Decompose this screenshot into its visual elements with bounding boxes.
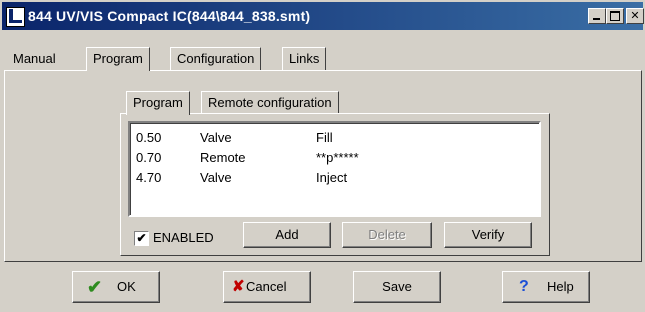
- checkmark-icon: ✔: [87, 277, 103, 297]
- ok-button[interactable]: ✔ OK: [72, 271, 160, 303]
- cancel-label: Cancel: [246, 279, 287, 294]
- tab-manual[interactable]: Manual: [6, 47, 63, 71]
- subtab-remote-configuration[interactable]: Remote configuration: [201, 91, 339, 115]
- cancel-button[interactable]: ✘ Cancel: [223, 271, 311, 303]
- step-time: 0.50: [136, 130, 162, 145]
- subtab-program[interactable]: Program: [126, 91, 190, 115]
- ok-label: OK: [117, 279, 136, 294]
- help-label: Help: [547, 279, 574, 294]
- help-button[interactable]: ? Help: [502, 271, 590, 303]
- step-parameter: Fill: [316, 130, 333, 145]
- minimize-button[interactable]: [588, 8, 606, 24]
- step-action: Remote: [200, 150, 246, 165]
- tab-configuration[interactable]: Configuration: [170, 47, 262, 71]
- window-title: 844 UV/VIS Compact IC(844\844_838.smt): [28, 8, 311, 24]
- enabled-label[interactable]: ENABLED: [153, 229, 214, 247]
- title-bar[interactable]: 844 UV/VIS Compact IC(844\844_838.smt) ✕: [2, 2, 644, 30]
- save-label: Save: [382, 279, 412, 294]
- maximize-button[interactable]: [606, 8, 624, 24]
- step-time: 0.70: [136, 150, 162, 165]
- tab-links[interactable]: Links: [282, 47, 327, 71]
- question-icon: ?: [519, 278, 529, 295]
- step-action: Valve: [200, 170, 232, 185]
- step-parameter: Inject: [316, 170, 348, 185]
- tab-program[interactable]: Program: [86, 47, 150, 71]
- verify-button[interactable]: Verify: [444, 222, 532, 248]
- step-parameter: **p*****: [316, 150, 359, 165]
- step-time: 4.70: [136, 170, 162, 185]
- app-icon: [6, 7, 25, 27]
- save-button[interactable]: Save: [353, 271, 441, 303]
- step-action: Valve: [200, 130, 232, 145]
- close-button[interactable]: ✕: [626, 8, 644, 24]
- x-icon: ✘: [232, 278, 245, 295]
- delete-button[interactable]: Delete: [342, 222, 432, 248]
- add-button[interactable]: Add: [243, 222, 331, 248]
- enabled-checkbox[interactable]: ✔: [134, 231, 149, 246]
- program-list[interactable]: 0.50 Valve Fill 0.70 Remote **p***** 4.7…: [128, 121, 541, 217]
- main-window: 844 UV/VIS Compact IC(844\844_838.smt) ✕…: [0, 0, 645, 312]
